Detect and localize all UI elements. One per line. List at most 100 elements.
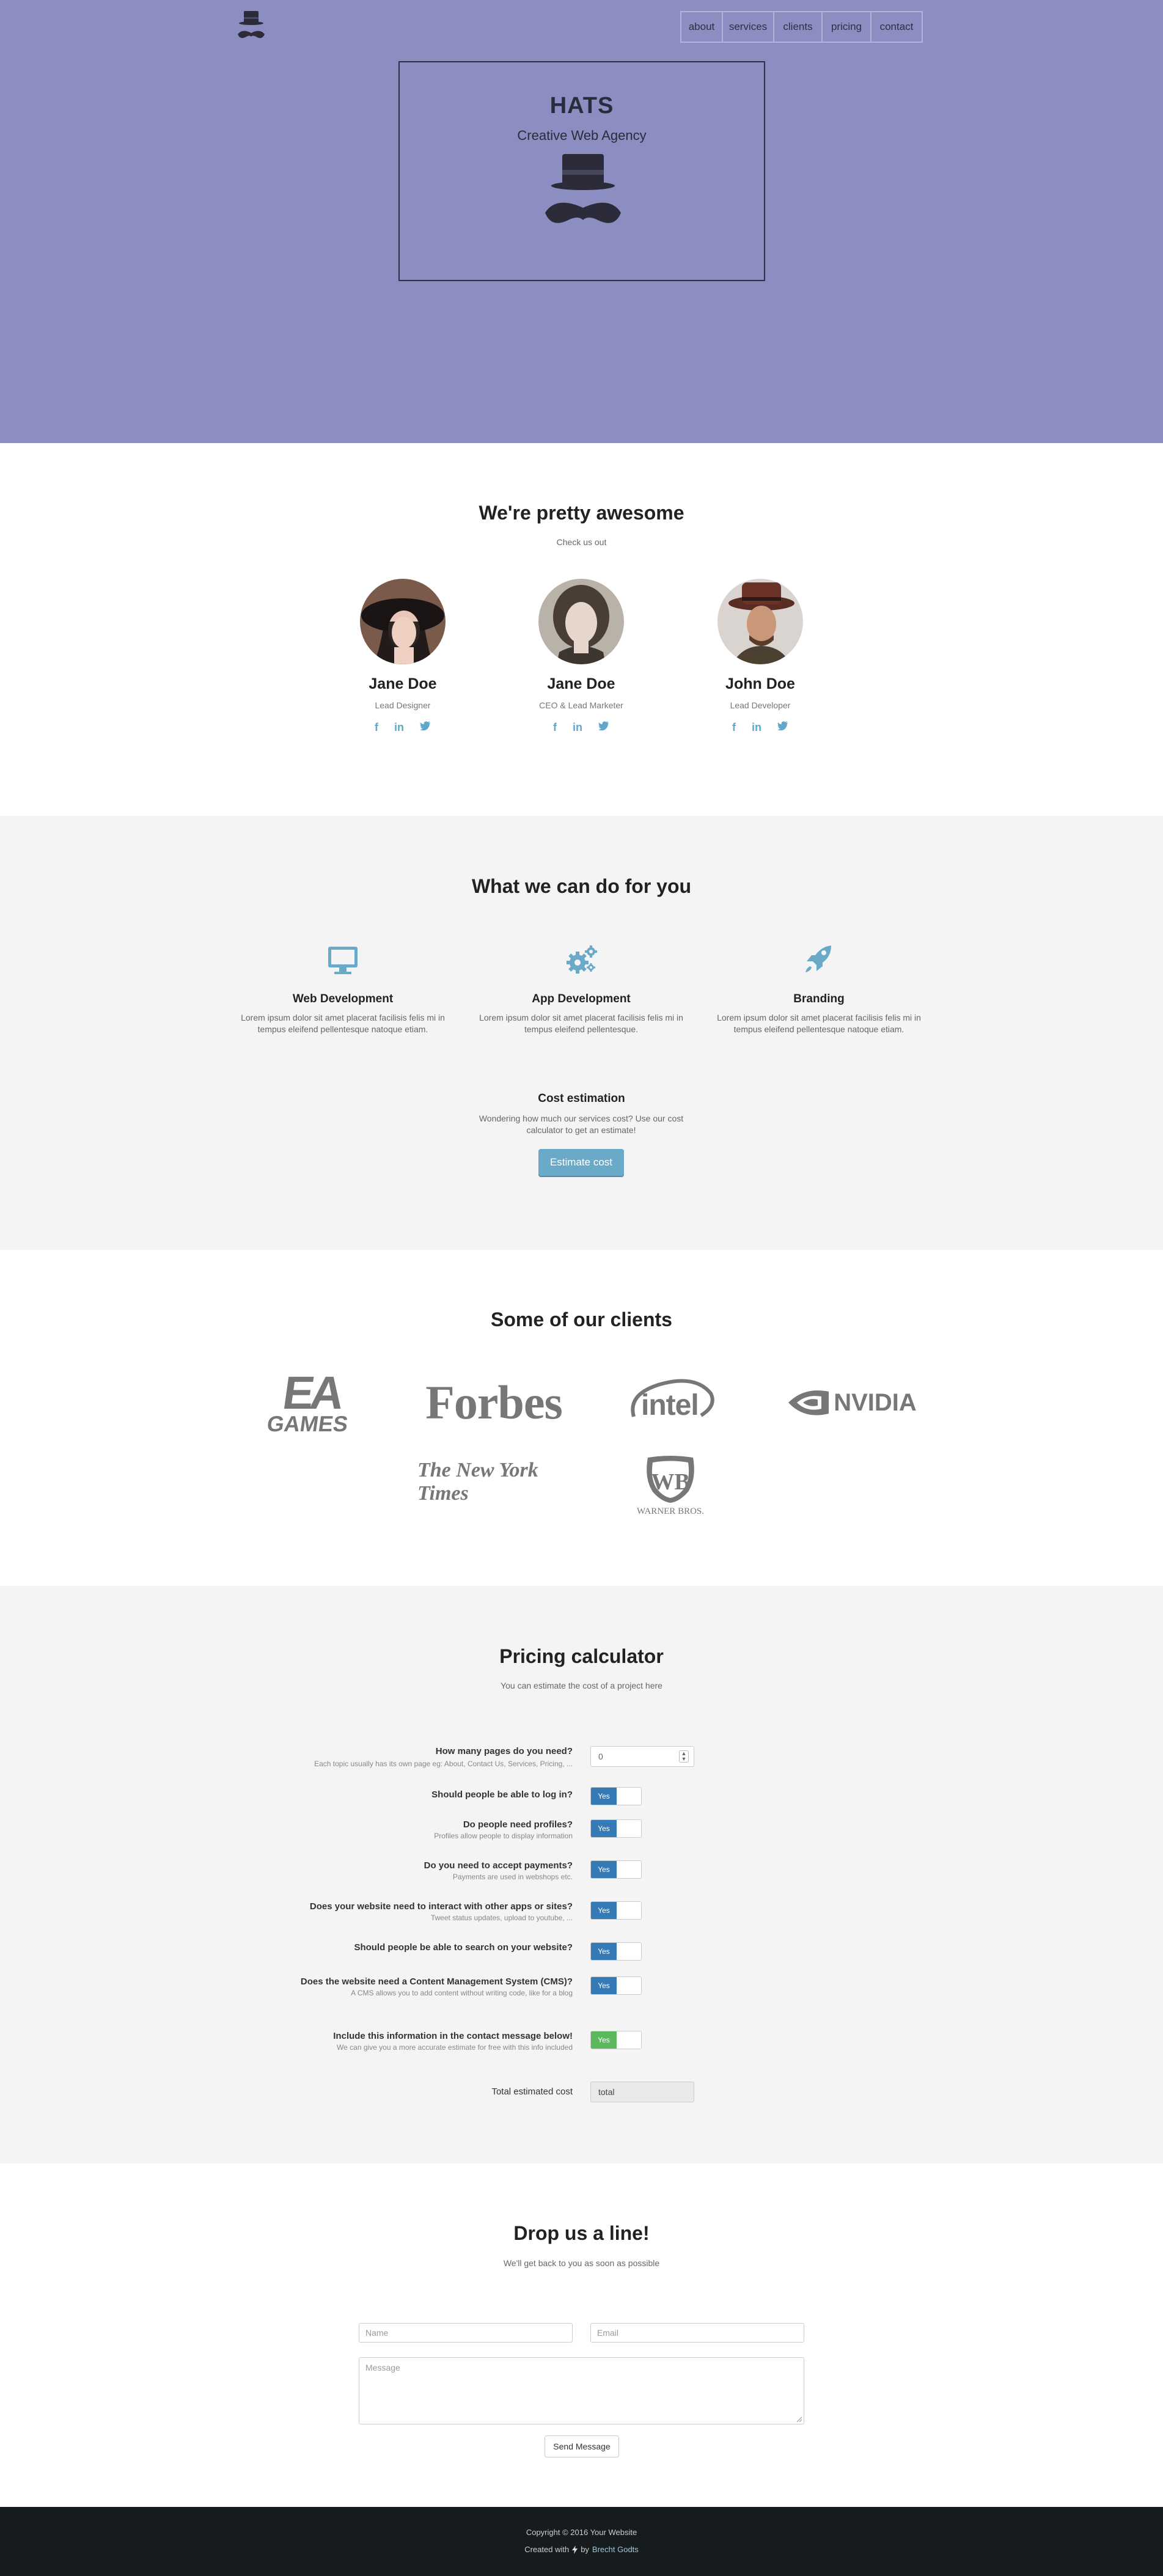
nav-item-services[interactable]: services	[723, 12, 774, 42]
question-hint: We can give you a more accurate estimate…	[337, 2043, 573, 2052]
pages-number-input[interactable]: 0 ▲ ▼	[590, 1746, 694, 1767]
main-nav: about services clients pricing contact	[680, 11, 923, 43]
desktop-icon	[328, 947, 358, 974]
created-prefix: Created with	[524, 2545, 570, 2554]
wb-shield-icon: WB	[647, 1455, 694, 1503]
avatar	[538, 579, 624, 664]
contact-title: Drop us a line!	[513, 2222, 650, 2244]
team-section: We're pretty awesome Check us out Jane D…	[0, 443, 1163, 816]
service-title: App Development	[532, 993, 631, 1005]
client-logo-nvidia[interactable]: NVIDIA	[778, 1381, 925, 1424]
service-text: Lorem ipsum dolor sit amet placerat faci…	[241, 1013, 445, 1034]
profiles-toggle[interactable]: Yes	[590, 1819, 642, 1838]
toggle-on-label: Yes	[591, 1861, 617, 1878]
contact-subtitle: We'll get back to you as soon as possibl…	[503, 2258, 660, 2268]
pricing-subtitle: You can estimate the cost of a project h…	[501, 1681, 662, 1690]
linkedin-icon[interactable]: in	[752, 721, 761, 734]
avatar	[717, 579, 803, 664]
hero-section: about services clients pricing contact H…	[0, 0, 1163, 443]
facebook-icon[interactable]: f	[553, 721, 557, 734]
linkedin-icon[interactable]: in	[573, 721, 582, 734]
search-toggle[interactable]: Yes	[590, 1942, 642, 1961]
hat-mustache-icon	[545, 154, 621, 223]
client-logo-nyt[interactable]: The New York Times	[417, 1459, 570, 1505]
question-label: Include this information in the contact …	[333, 2031, 573, 2041]
service-text: Lorem ipsum dolor sit amet placerat faci…	[717, 1013, 921, 1034]
hero-title: HATS	[549, 93, 614, 119]
service-title: Web Development	[292, 993, 394, 1005]
question-label: Do you need to accept payments?	[424, 1860, 573, 1871]
question-label: Should people be able to search on your …	[354, 1942, 573, 1953]
toggle-on-label: Yes	[591, 1977, 617, 1994]
nav-item-about[interactable]: about	[681, 12, 723, 42]
cms-toggle[interactable]: Yes	[590, 1976, 642, 1995]
hero-subtitle: Creative Web Agency	[517, 128, 647, 143]
avatar	[360, 579, 446, 664]
bolt-icon	[572, 2545, 578, 2554]
intel-wordmark: intel	[641, 1389, 699, 1422]
social-links: f in	[669, 721, 852, 734]
client-logo-warner-bros[interactable]: WB WARNER BROS.	[634, 1451, 707, 1519]
cost-estimation-title: Cost estimation	[538, 1092, 625, 1105]
service-text: Lorem ipsum dolor sit amet placerat faci…	[479, 1013, 683, 1034]
facebook-icon[interactable]: f	[732, 721, 736, 734]
nav-item-pricing[interactable]: pricing	[823, 12, 871, 42]
team-member-card: John Doe Lead Developer f in	[669, 579, 852, 734]
toggle-on-label: Yes	[591, 1943, 617, 1960]
twitter-icon[interactable]	[598, 721, 609, 731]
client-logo-intel[interactable]: intel	[622, 1369, 719, 1436]
email-field[interactable]: Email	[590, 2323, 804, 2343]
wb-wordmark: WARNER BROS.	[636, 1506, 705, 1516]
member-role: Lead Developer	[730, 700, 791, 710]
question-label: Should people be able to log in?	[431, 1789, 573, 1800]
team-member-card: Jane Doe Lead Designer f in	[311, 579, 494, 734]
clients-section: Some of our clients EA GAMES Forbes inte…	[0, 1250, 1163, 1586]
payments-toggle[interactable]: Yes	[590, 1860, 642, 1879]
question-label: Does your website need to interact with …	[309, 1901, 573, 1912]
social-links: f in	[490, 721, 673, 734]
resize-handle-icon[interactable]	[795, 2415, 802, 2423]
member-name: John Doe	[725, 675, 795, 692]
client-logo-forbes[interactable]: Forbes	[417, 1375, 570, 1430]
integrations-toggle[interactable]: Yes	[590, 1901, 642, 1920]
login-toggle[interactable]: Yes	[590, 1787, 642, 1805]
nav-item-contact[interactable]: contact	[871, 12, 922, 42]
question-hint: Each topic usually has its own page eg: …	[314, 1760, 573, 1768]
member-name: Jane Doe	[547, 675, 615, 692]
author-link[interactable]: Brecht Godts	[592, 2545, 639, 2554]
created-with-line: Created with by Brecht Godts	[0, 2545, 1163, 2554]
ea-logo-games: GAMES	[265, 1411, 350, 1436]
created-by: by	[581, 2545, 589, 2554]
services-title: What we can do for you	[471, 875, 692, 897]
team-member-card: Jane Doe CEO & Lead Marketer f in	[490, 579, 673, 734]
toggle-on-label: Yes	[591, 1820, 617, 1837]
message-placeholder: Message	[365, 2363, 400, 2372]
copyright-text: Copyright © 2016 Your Website	[526, 2528, 637, 2537]
total-cost-field: total	[590, 2082, 694, 2102]
member-role: CEO & Lead Marketer	[539, 700, 623, 710]
team-subtitle: Check us out	[556, 537, 607, 547]
name-field[interactable]: Name	[359, 2323, 573, 2343]
include-info-toggle[interactable]: Yes	[590, 2031, 642, 2049]
send-message-button[interactable]: Send Message	[545, 2435, 619, 2457]
facebook-icon[interactable]: f	[375, 721, 378, 734]
member-name: Jane Doe	[369, 675, 437, 692]
question-hint: A CMS allows you to add content without …	[351, 1989, 573, 1997]
hat-mustache-logo-icon[interactable]	[234, 9, 268, 44]
twitter-icon[interactable]	[420, 721, 431, 731]
message-field[interactable]: Message	[359, 2357, 804, 2424]
clients-title: Some of our clients	[491, 1308, 672, 1330]
wb-monogram: WB	[651, 1469, 689, 1495]
number-spinner-icon[interactable]: ▲ ▼	[679, 1750, 689, 1763]
client-logo-ea-games[interactable]: EA GAMES	[262, 1367, 359, 1436]
question-hint: Tweet status updates, upload to youtube,…	[430, 1914, 573, 1922]
estimate-cost-button[interactable]: Estimate cost	[538, 1149, 624, 1176]
question-label: Do people need profiles?	[463, 1819, 573, 1830]
nvidia-wordmark: NVIDIA	[834, 1389, 917, 1416]
team-title: We're pretty awesome	[479, 502, 684, 524]
linkedin-icon[interactable]: in	[394, 721, 404, 734]
nav-item-clients[interactable]: clients	[774, 12, 823, 42]
rocket-icon	[805, 945, 831, 972]
service-card: App Development Lorem ipsum dolor sit am…	[477, 943, 685, 1035]
twitter-icon[interactable]	[777, 721, 788, 731]
